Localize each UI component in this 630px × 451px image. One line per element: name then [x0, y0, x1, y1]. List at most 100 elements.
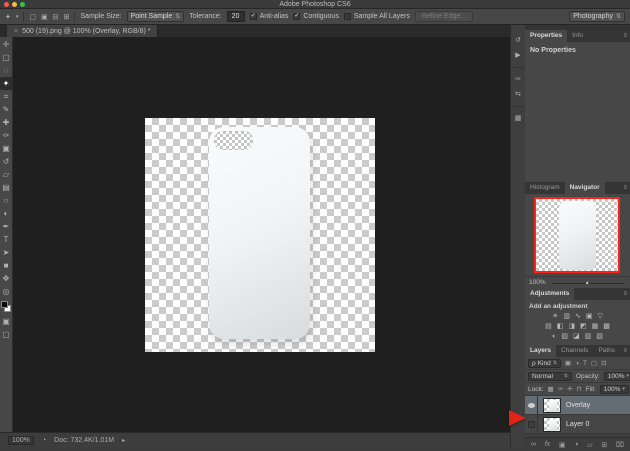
blend-mode-dropdown[interactable]: Normal ⇅ [528, 371, 572, 381]
sample-size-dropdown[interactable]: Point Sample ⇅ [126, 11, 185, 22]
filter-type-layers-icon[interactable]: T [583, 360, 587, 367]
tool-presets-panel-icon[interactable]: ▦ [512, 113, 525, 124]
panel-menu-icon[interactable]: ≡ [623, 345, 630, 357]
layer-name[interactable]: Overlay [566, 402, 590, 409]
invert-icon[interactable]: ◐ [552, 332, 556, 342]
marquee-tool[interactable]: ▢ [0, 51, 13, 64]
gradient-tool[interactable]: ▤ [0, 181, 13, 194]
eye-icon[interactable] [527, 402, 535, 408]
color-balance-icon[interactable]: ◧ [557, 322, 564, 332]
document-canvas[interactable] [145, 118, 375, 352]
eraser-tool[interactable]: ▱ [0, 168, 13, 181]
lasso-tool[interactable]: ◌ [0, 64, 13, 77]
eyedropper-tool[interactable]: ✎ [0, 103, 13, 116]
tab-histogram[interactable]: Histogram [525, 182, 565, 194]
clone-source-panel-icon[interactable]: ⇆ [512, 89, 525, 100]
lock-transparency-icon[interactable]: ▦ [548, 385, 554, 393]
hand-tool[interactable]: ✥ [0, 272, 13, 285]
zoom-tool[interactable]: ◎ [0, 285, 13, 298]
tool-preset-caret-icon[interactable]: ▾ [16, 14, 19, 20]
opacity-field[interactable]: 100% ▾ [603, 371, 630, 381]
delete-layer-icon[interactable]: ⌧ [616, 441, 624, 449]
anti-alias-checkbox[interactable]: ✓ [249, 13, 257, 20]
history-brush-tool[interactable]: ↺ [0, 155, 13, 168]
clone-stamp-tool[interactable]: ▣ [0, 142, 13, 155]
brush-panel-icon[interactable]: ✑ [512, 74, 525, 85]
close-tab-icon[interactable]: × [14, 28, 18, 35]
new-group-icon[interactable]: ▱ [587, 441, 592, 449]
photo-filter-icon[interactable]: ◩ [580, 322, 587, 332]
tab-paths[interactable]: Paths [593, 345, 620, 357]
pen-tool[interactable]: ✒ [0, 220, 13, 233]
gradient-map-icon[interactable]: ▥ [585, 332, 592, 342]
status-options-arrow-icon[interactable]: ▸ [122, 437, 125, 444]
healing-brush-tool[interactable]: ✚ [0, 116, 13, 129]
actions-panel-icon[interactable]: ▶ [512, 50, 525, 61]
navigator-zoom-slider[interactable]: ▲ [550, 279, 626, 287]
selection-new-icon[interactable]: ▢ [29, 13, 36, 21]
new-layer-icon[interactable]: ⊞ [601, 441, 607, 449]
selection-intersect-icon[interactable]: ⊞ [64, 13, 70, 21]
screen-mode-button[interactable]: ▢ [0, 328, 13, 341]
selection-subtract-icon[interactable]: ⊟ [53, 13, 59, 21]
history-panel-icon[interactable]: ↺ [512, 35, 525, 46]
shape-tool[interactable]: ■ [0, 259, 13, 272]
channel-mixer-icon[interactable]: ▦ [592, 322, 599, 332]
exposure-icon[interactable]: ▣ [586, 312, 593, 322]
move-tool[interactable]: ✛ [0, 38, 13, 51]
panel-menu-icon[interactable]: ≡ [623, 182, 630, 194]
layer-filter-dropdown[interactable]: ρ Kind ⇅ [528, 358, 561, 368]
zoom-level-field[interactable]: 100% [8, 435, 34, 445]
panel-menu-icon[interactable]: ≡ [623, 30, 630, 42]
crop-tool[interactable]: ⌗ [0, 90, 13, 103]
selection-add-icon[interactable]: ▣ [41, 13, 48, 21]
layer-row-overlay[interactable]: Overlay [525, 395, 630, 415]
filter-pixel-layers-icon[interactable]: ▣ [565, 359, 571, 367]
quick-mask-button[interactable]: ▣ [0, 315, 13, 328]
layer-visibility-cell[interactable] [525, 414, 538, 434]
add-layer-mask-icon[interactable]: ▣ [559, 441, 566, 449]
lock-all-icon[interactable]: ⊓ [577, 385, 582, 393]
fill-field[interactable]: 100% ▾ [599, 384, 629, 394]
layer-row-layer-0[interactable]: Layer 0 [525, 414, 630, 434]
posterize-icon[interactable]: ▨ [561, 332, 568, 342]
filter-smart-objects-icon[interactable]: ⊡ [601, 359, 606, 367]
type-tool[interactable]: T [0, 233, 13, 246]
slider-handle-icon[interactable]: ▲ [585, 280, 590, 286]
magic-wand-tool[interactable]: ✦ [0, 77, 13, 90]
tab-adjustments[interactable]: Adjustments [525, 288, 575, 300]
panel-menu-icon[interactable]: ≡ [623, 288, 630, 300]
foreground-color-swatch[interactable] [0, 301, 8, 308]
refine-edge-button[interactable]: Refine Edge... [414, 11, 474, 22]
contiguous-checkbox[interactable]: ✓ [293, 13, 301, 20]
magic-wand-tool-icon[interactable]: ✦ [5, 13, 11, 21]
brush-tool[interactable]: ✑ [0, 129, 13, 142]
filter-adjustment-layers-icon[interactable]: ◑ [575, 360, 579, 367]
tab-channels[interactable]: Channels [556, 345, 593, 357]
blur-tool[interactable]: ○ [0, 194, 13, 207]
tab-info[interactable]: Info [567, 30, 588, 42]
color-lookup-icon[interactable]: ▩ [603, 322, 610, 332]
hue-saturation-icon[interactable]: ▤ [545, 322, 552, 332]
tab-layers[interactable]: Layers [525, 345, 556, 357]
dodge-tool[interactable]: ◐ [0, 207, 13, 220]
lock-position-icon[interactable]: ✛ [567, 385, 572, 393]
eye-off-box[interactable] [527, 420, 535, 428]
selective-color-icon[interactable]: ▧ [596, 332, 603, 342]
filter-shape-layers-icon[interactable]: ▢ [591, 359, 597, 367]
layer-visibility-cell[interactable] [525, 395, 538, 415]
workspace-dropdown[interactable]: Photography ⇅ [569, 11, 625, 22]
path-selection-tool[interactable]: ➤ [0, 246, 13, 259]
curves-icon[interactable]: ∿ [575, 312, 581, 322]
threshold-icon[interactable]: ◪ [573, 332, 580, 342]
tab-navigator[interactable]: Navigator [564, 182, 605, 194]
document-tab[interactable]: × 500 (19).png @ 100% (Overlay, RGB/8) * [7, 25, 159, 37]
navigator-zoom-field[interactable]: 100% [529, 279, 546, 286]
levels-icon[interactable]: ▥ [563, 312, 570, 322]
navigator-preview[interactable] [534, 197, 620, 273]
lock-pixels-icon[interactable]: ✑ [558, 385, 563, 393]
sample-all-layers-checkbox[interactable] [343, 13, 351, 20]
tab-properties[interactable]: Properties [525, 30, 568, 42]
tolerance-input[interactable]: 20 [226, 11, 245, 22]
black-white-icon[interactable]: ◨ [568, 322, 575, 332]
